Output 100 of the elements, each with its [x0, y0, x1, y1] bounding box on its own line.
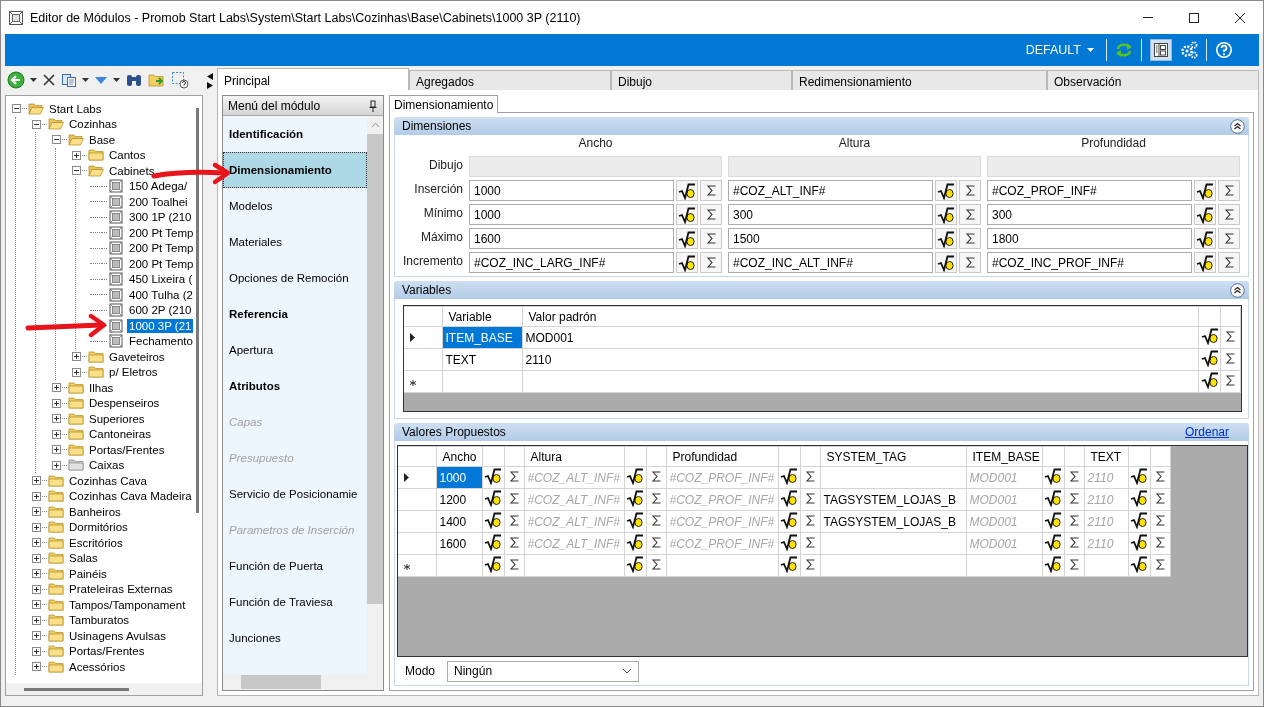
table-cell[interactable]: TAGSYSTEM_LOJAS_B [820, 488, 966, 511]
table-cell[interactable]: 1600 [436, 532, 482, 555]
tree-item[interactable]: Banheiros [67, 504, 123, 519]
sort-link[interactable]: Ordenar [1184, 425, 1245, 439]
tree-item[interactable]: Portas/Frentes [67, 644, 147, 659]
sum-icon[interactable] [509, 514, 519, 526]
formula-icon[interactable] [1044, 555, 1062, 573]
sum-button[interactable] [700, 204, 722, 225]
input-field[interactable]: #COZ_INC_LARG_INF# [469, 252, 674, 273]
sum-icon[interactable] [651, 492, 661, 504]
expander-icon[interactable] [51, 445, 61, 455]
sum-button[interactable] [700, 252, 722, 273]
formula-icon[interactable] [1130, 467, 1148, 485]
table-cell[interactable]: 1200 [436, 488, 482, 511]
formula-icon[interactable] [484, 555, 502, 573]
formula-icon[interactable] [1044, 467, 1062, 485]
menu-item[interactable]: Dimensionamiento [223, 152, 367, 188]
input-field[interactable]: #COZ_PROF_INF# [987, 180, 1192, 201]
formula-button[interactable] [935, 204, 957, 225]
tree-item[interactable]: Despenseiros [87, 396, 162, 411]
formula-button[interactable] [935, 228, 957, 249]
tree-item[interactable]: p/ Eletros [107, 365, 160, 380]
tree-item[interactable]: Gaveteiros [107, 349, 167, 364]
formula-button[interactable] [676, 228, 698, 249]
sum-icon[interactable] [1155, 492, 1165, 504]
table-cell[interactable]: 2110 [522, 348, 1199, 371]
back-icon[interactable] [7, 71, 25, 89]
folder-arrow-icon[interactable] [148, 72, 166, 88]
tree-item[interactable]: 200 Toalhei [127, 194, 190, 209]
tree-item[interactable]: Tampos/Tamponament [67, 597, 188, 612]
menu-item[interactable]: Junciones [223, 620, 367, 656]
sum-icon[interactable] [1069, 514, 1079, 526]
tree-item[interactable]: Painéis [67, 566, 109, 581]
formula-icon[interactable] [1130, 533, 1148, 551]
expander-icon[interactable] [31, 615, 41, 625]
help-icon[interactable] [1215, 41, 1233, 59]
menu-item[interactable]: Función de Traviesa [223, 584, 367, 620]
menu-item[interactable]: Opciones de Remoción [223, 260, 367, 296]
menu-item[interactable]: Función de Puerta [223, 548, 367, 584]
formula-icon[interactable] [780, 489, 798, 507]
tree-item[interactable]: Cabinets [107, 163, 157, 178]
sum-icon[interactable] [1069, 558, 1079, 570]
tab[interactable]: Observación [1047, 70, 1259, 90]
sum-button[interactable] [959, 228, 981, 249]
collapse-icon[interactable] [1230, 282, 1245, 298]
input-field[interactable]: 1600 [469, 228, 674, 249]
expander-icon[interactable] [11, 104, 21, 114]
tree-item[interactable]: Cantos [107, 148, 148, 163]
tree-item[interactable]: Cozinhas Cava [67, 473, 149, 488]
sum-icon[interactable] [509, 536, 519, 548]
formula-icon[interactable] [626, 533, 644, 551]
sum-button[interactable] [1218, 228, 1240, 249]
collapse-icon[interactable] [1230, 118, 1245, 134]
expander-icon[interactable] [31, 507, 41, 517]
profile-dropdown[interactable]: DEFAULT [1021, 41, 1098, 59]
tree-item[interactable]: Dormitórios [67, 520, 130, 535]
formula-icon[interactable] [484, 467, 502, 485]
sum-button[interactable] [700, 228, 722, 249]
formula-icon[interactable] [1130, 511, 1148, 529]
input-field[interactable]: 1800 [987, 228, 1192, 249]
tree-item[interactable]: 300 1P (210 [127, 210, 193, 225]
table-cell[interactable]: TEXT [442, 348, 522, 371]
tree-item[interactable]: Start Labs [47, 101, 104, 116]
menu-item[interactable]: Referencia [223, 296, 367, 332]
formula-icon[interactable] [1200, 349, 1219, 367]
tree-item[interactable]: Caixas [87, 458, 127, 473]
tab[interactable]: Dimensionamiento [389, 95, 499, 113]
formula-button[interactable] [935, 180, 957, 201]
sum-icon[interactable] [651, 514, 661, 526]
expander-icon[interactable] [31, 553, 41, 563]
formula-button[interactable] [676, 204, 698, 225]
tree-item[interactable]: Salas [67, 551, 100, 566]
expander-icon[interactable] [31, 631, 41, 641]
expander-icon[interactable] [31, 662, 41, 672]
expander-icon[interactable] [31, 584, 41, 594]
formula-icon[interactable] [484, 489, 502, 507]
maximize-icon[interactable] [1189, 12, 1199, 23]
formula-icon[interactable] [780, 467, 798, 485]
scrollbar[interactable] [6, 683, 202, 695]
table-cell[interactable]: 1400 [436, 510, 482, 533]
formula-icon[interactable] [780, 533, 798, 551]
sum-button[interactable] [959, 252, 981, 273]
expander-icon[interactable] [71, 150, 81, 160]
formula-button[interactable] [935, 252, 957, 273]
formula-icon[interactable] [1130, 555, 1148, 573]
formula-icon[interactable] [484, 533, 502, 551]
sum-icon[interactable] [805, 514, 815, 526]
scrollbar[interactable] [367, 116, 383, 674]
tree-item[interactable]: 200 Pt Temp [127, 256, 193, 271]
expander-icon[interactable] [51, 398, 61, 408]
sum-button[interactable] [959, 204, 981, 225]
mode-dropdown[interactable]: Ningún [447, 660, 640, 682]
formula-button[interactable] [1194, 180, 1216, 201]
tab[interactable]: Principal [217, 68, 409, 90]
formula-icon[interactable] [484, 511, 502, 529]
tree-item[interactable]: Cozinhas Cava Madeira [67, 489, 193, 504]
sum-icon[interactable] [805, 492, 815, 504]
expander-icon[interactable] [31, 476, 41, 486]
tab[interactable]: Redimensionamiento [792, 70, 1047, 90]
formula-icon[interactable] [626, 467, 644, 485]
